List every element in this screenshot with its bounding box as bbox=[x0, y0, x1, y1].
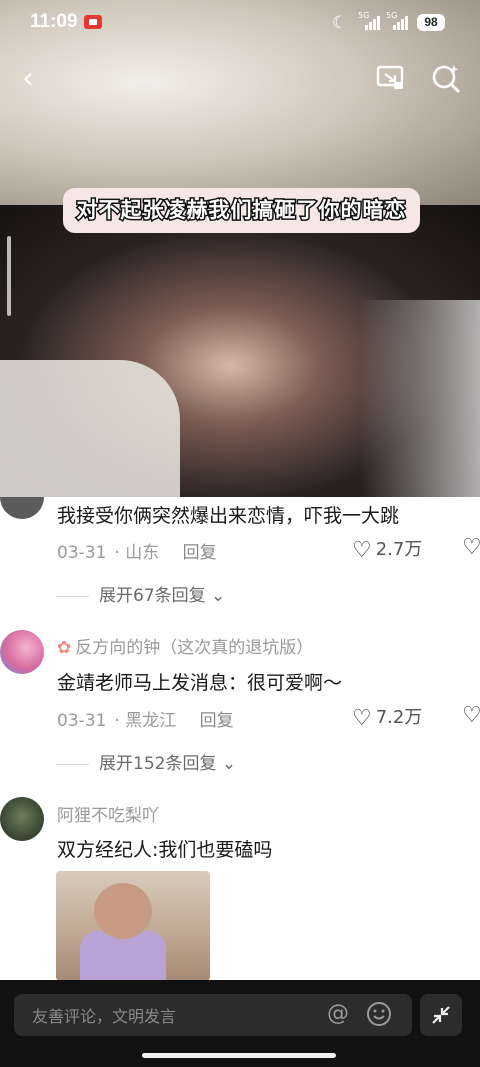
like-count: 7.2万 bbox=[375, 707, 423, 728]
avatar[interactable] bbox=[0, 797, 44, 841]
mushroom-icon: ✿ bbox=[57, 638, 72, 658]
video-caption: 对不起张凌赫我们搞砸了你的暗恋 bbox=[63, 188, 420, 233]
comment-input-bar: @ bbox=[0, 980, 480, 1067]
expand-replies-button[interactable]: 展开152条回复 ⌄ bbox=[57, 749, 236, 774]
comment-username[interactable]: ✿ 反方向的钟（这次真的退坑版） bbox=[57, 633, 313, 658]
home-indicator[interactable] bbox=[142, 1053, 336, 1058]
comment-input-box[interactable]: @ bbox=[14, 994, 412, 1036]
heart-icon: ♡ bbox=[352, 706, 372, 731]
comment-text: 双方经纪人:我们也要磕吗 bbox=[57, 839, 273, 861]
reply-button[interactable]: 回复 bbox=[183, 543, 217, 563]
video-frame[interactable] bbox=[0, 0, 480, 497]
like-button[interactable]: ♡ 2.7万 bbox=[352, 535, 422, 563]
at-mention-icon[interactable]: @ bbox=[325, 1001, 351, 1027]
visual-search-icon[interactable] bbox=[430, 62, 462, 94]
screen-record-icon bbox=[84, 15, 102, 29]
expand-replies-button[interactable]: 展开67条回复 ⌄ bbox=[57, 581, 225, 606]
comment-location: 黑龙江 bbox=[125, 711, 177, 731]
avatar[interactable] bbox=[0, 630, 44, 674]
like-button[interactable]: ♡ 7.2万 bbox=[352, 703, 422, 731]
comment-text: 我接受你俩突然爆出来恋情，吓我一大跳 bbox=[57, 505, 400, 527]
collapse-icon bbox=[432, 1006, 450, 1024]
comment-list[interactable]: 我接受你俩突然爆出来恋情，吓我一大跳 03-31 · 山东 回复 ♡ 2.7万 ♡ … bbox=[0, 497, 480, 980]
heart-icon: ♡ bbox=[352, 538, 372, 563]
photo-suit bbox=[0, 360, 180, 497]
signal-icon: 5G bbox=[386, 11, 408, 30]
emoji-icon[interactable] bbox=[366, 1001, 392, 1027]
status-time: 11:09 bbox=[30, 11, 78, 32]
dislike-icon[interactable]: ♡ bbox=[462, 703, 480, 725]
comment-username[interactable]: 阿狸不吃梨吖 bbox=[57, 801, 159, 826]
collapse-button[interactable] bbox=[420, 994, 462, 1036]
moon-icon: ☾ bbox=[332, 13, 348, 33]
signal-icon: 5G bbox=[358, 11, 380, 30]
cast-screen-icon[interactable] bbox=[376, 64, 406, 92]
dislike-icon[interactable]: ♡ bbox=[462, 535, 480, 557]
status-bar: 11:09 ☾ 5G 5G 98 bbox=[0, 0, 480, 46]
battery-indicator: 98 bbox=[417, 14, 445, 31]
comment-date: 03-31 bbox=[57, 711, 107, 731]
comment-image[interactable] bbox=[56, 871, 210, 980]
comment-date: 03-31 bbox=[57, 543, 107, 563]
comment-input[interactable] bbox=[30, 1003, 324, 1029]
comment-meta: 03-31 · 山东 回复 bbox=[57, 543, 217, 563]
avatar[interactable] bbox=[0, 497, 44, 519]
scroll-handle[interactable] bbox=[7, 236, 11, 316]
comment-text: 金靖老师马上发消息：很可爱啊～ bbox=[57, 672, 343, 694]
like-count: 2.7万 bbox=[375, 539, 423, 560]
reply-button[interactable]: 回复 bbox=[200, 711, 234, 731]
back-icon[interactable]: ‹ bbox=[22, 64, 52, 94]
comment-meta: 03-31 · 黑龙江 回复 bbox=[57, 711, 234, 731]
comment-location: 山东 bbox=[125, 543, 160, 563]
photo-veil bbox=[360, 300, 480, 497]
